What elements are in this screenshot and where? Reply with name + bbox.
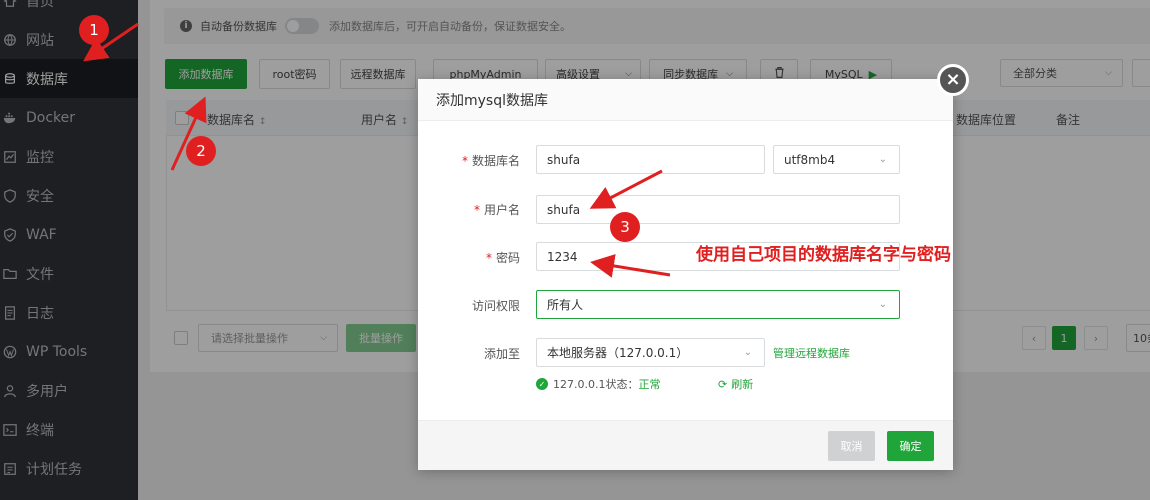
chevron-down-icon: ⌄	[878, 299, 887, 310]
access-permission-select[interactable]: 所有人 ⌄	[536, 290, 900, 319]
refresh-icon: ⟳	[718, 377, 728, 391]
username-input[interactable]	[536, 195, 900, 224]
access-label: 访问权限	[471, 299, 520, 313]
status-prefix: 127.0.0.1状态：	[553, 378, 639, 391]
password-input[interactable]	[536, 242, 900, 271]
refresh-label: 刷新	[731, 378, 754, 391]
charset-select[interactable]: utf8mb4 ⌄	[773, 145, 900, 174]
server-value: 本地服务器（127.0.0.1）	[547, 346, 689, 360]
chevron-down-icon: ⌄	[743, 347, 752, 358]
server-select[interactable]: 本地服务器（127.0.0.1） ⌄	[536, 338, 765, 367]
password-label: * 密码	[485, 251, 520, 265]
confirm-button[interactable]: 确定	[887, 431, 934, 461]
dialog-footer: 取消 确定	[418, 420, 953, 470]
db-name-input[interactable]	[536, 145, 765, 174]
username-label: * 用户名	[473, 203, 520, 217]
status-value: 正常	[638, 378, 661, 391]
access-value: 所有人	[547, 298, 584, 312]
charset-value: utf8mb4	[784, 152, 836, 167]
chevron-down-icon: ⌄	[878, 154, 887, 165]
add-mysql-dialog: 添加mysql数据库 *数据库名 utf8mb4 ⌄ *用户名 *密码 访问权限…	[418, 79, 953, 470]
check-circle-icon: ✓	[536, 378, 548, 390]
db-name-label: * 数据库名	[461, 154, 520, 168]
close-icon[interactable]: ×	[937, 64, 969, 96]
add-to-label: 添加至	[483, 347, 520, 361]
dialog-title: 添加mysql数据库	[418, 79, 953, 121]
manage-remote-db-link[interactable]: 管理远程数据库	[773, 345, 850, 361]
cancel-button[interactable]: 取消	[828, 431, 875, 461]
server-status: ✓ 127.0.0.1状态： 正常	[536, 376, 660, 392]
refresh-button[interactable]: ⟳ 刷新	[718, 376, 753, 392]
